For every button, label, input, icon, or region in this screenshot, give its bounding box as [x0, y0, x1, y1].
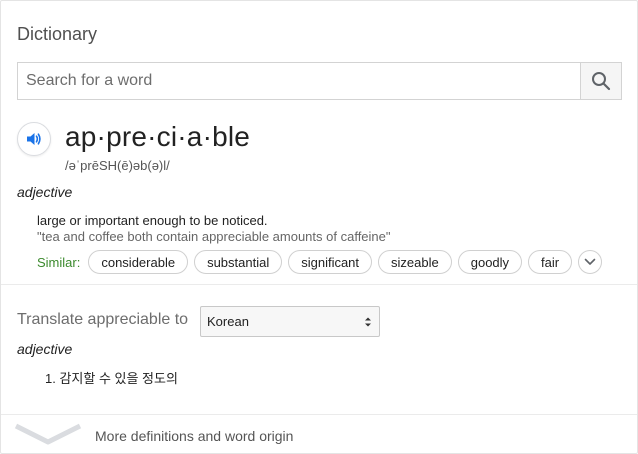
similar-chip-considerable[interactable]: considerable: [88, 250, 189, 274]
search-icon: [592, 72, 611, 91]
language-select[interactable]: Korean: [200, 306, 380, 337]
translation-part-of-speech: adjective: [17, 341, 73, 357]
card-title: Dictionary: [17, 24, 98, 44]
chevron-down-icon: [584, 258, 596, 265]
search-input[interactable]: [18, 63, 580, 99]
pronunciation-button[interactable]: [17, 122, 51, 156]
more-definitions-link[interactable]: More definitions and word origin: [1, 415, 637, 453]
more-definitions-text: More definitions and word origin: [95, 428, 294, 444]
similar-chip-sizeable[interactable]: sizeable: [378, 250, 452, 274]
definition: large or important enough to be noticed.: [37, 213, 268, 228]
similar-label: Similar:: [37, 254, 81, 270]
speaker-icon: [27, 133, 41, 145]
chevron-down-icon: [14, 423, 82, 445]
similar-chip-substantial[interactable]: substantial: [194, 250, 283, 274]
translation-item: 1. 감지할 수 있을 정도의: [45, 371, 178, 386]
dictionary-card: Dictionary ap·pre·ci·a·ble /əˈprēSH(ē)əb…: [0, 0, 638, 454]
similar-chip-fair[interactable]: fair: [528, 250, 573, 274]
phonetic-spelling: /əˈprēSH(ē)əb(ə)l/: [65, 158, 170, 173]
similar-words-row: Similar: considerable substantial signif…: [37, 249, 603, 275]
selected-language: Korean: [207, 314, 249, 329]
example-sentence: "tea and coffee both contain appreciable…: [37, 229, 391, 244]
translate-label: Translate appreciable to: [17, 311, 189, 328]
select-arrows-icon: [365, 317, 371, 327]
section-divider: [1, 284, 637, 285]
search-box: [17, 62, 622, 100]
search-button[interactable]: [580, 63, 621, 99]
headword: ap·pre·ci·a·ble: [65, 121, 251, 152]
part-of-speech: adjective: [17, 184, 73, 200]
similar-chip-significant[interactable]: significant: [288, 250, 373, 274]
similar-chip-goodly[interactable]: goodly: [457, 250, 523, 274]
more-similar-button[interactable]: [578, 250, 603, 274]
